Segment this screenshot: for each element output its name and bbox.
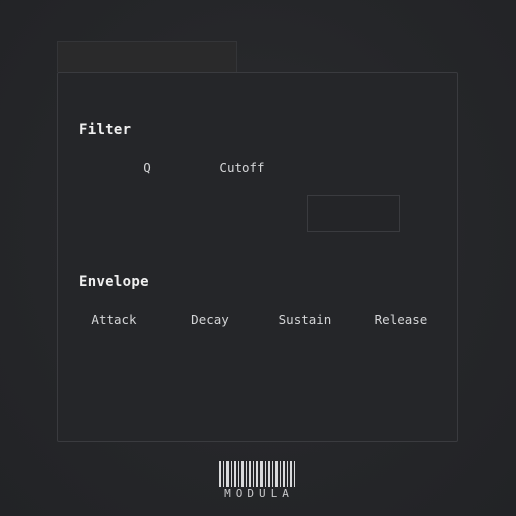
synth-panel: Filter Q Cutoff Envelope Attack Decay Su… xyxy=(57,72,458,442)
envelope-decay-knob[interactable]: Decay xyxy=(191,312,229,327)
brand-logo: MODULA xyxy=(218,461,296,501)
filter-q-knob[interactable]: Q xyxy=(143,160,151,175)
envelope-sustain-knob[interactable]: Sustain xyxy=(279,312,332,327)
filter-section-title: Filter xyxy=(79,122,132,138)
envelope-release-knob[interactable]: Release xyxy=(375,312,428,327)
envelope-section-title: Envelope xyxy=(79,274,149,290)
synth-page: Filter Q Cutoff Envelope Attack Decay Su… xyxy=(0,0,516,516)
filter-display xyxy=(307,195,400,232)
brand-name: MODULA xyxy=(224,487,294,500)
barcode-logo-icon xyxy=(219,461,295,487)
filter-cutoff-knob[interactable]: Cutoff xyxy=(219,160,264,175)
preset-tab[interactable] xyxy=(57,41,237,72)
envelope-attack-knob[interactable]: Attack xyxy=(91,312,136,327)
